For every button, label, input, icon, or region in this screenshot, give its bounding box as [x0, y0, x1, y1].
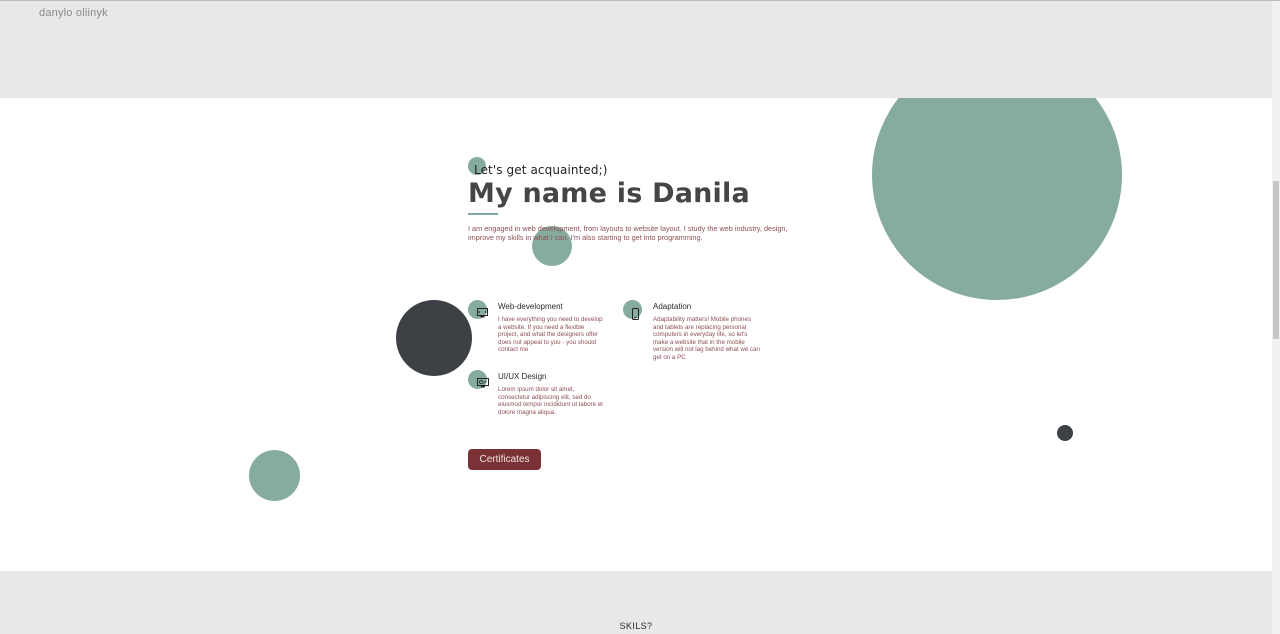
decor-circle-dark-large — [396, 300, 472, 376]
design-monitor-icon — [477, 378, 489, 391]
intro-description: I am engaged in web development, from la… — [468, 224, 788, 242]
portfolio-page: danylo oliinyk Let's get acquainted;) My… — [0, 0, 1280, 634]
decor-circle-large — [872, 98, 1122, 300]
title-underline — [468, 213, 498, 215]
decor-circle-dark-small — [1057, 425, 1073, 441]
service-text: Adaptability matters! Mobile phones and … — [653, 316, 760, 361]
decor-circle-bottom-left — [249, 450, 300, 501]
site-logo[interactable]: danylo oliinyk — [39, 7, 108, 19]
monitor-code-icon — [477, 308, 488, 321]
service-text: Lorem ipsum dolor sit amet, consectetur … — [498, 386, 603, 416]
page-scrollbar[interactable] — [1272, 1, 1280, 634]
about-section: Let's get acquainted;) My name is Danila… — [0, 98, 1272, 571]
page-title: My name is Danila — [468, 178, 750, 209]
service-title: Web-development — [498, 302, 563, 311]
header: danylo oliinyk — [0, 1, 1272, 98]
service-text: I have everything you need to develop a … — [498, 316, 603, 353]
mobile-phone-icon — [632, 308, 639, 323]
skills-section: SKILS? — [0, 571, 1272, 634]
certificates-button[interactable]: Certificates — [468, 449, 541, 470]
service-title: UI/UX Design — [498, 372, 547, 381]
skills-section-title: SKILS? — [619, 621, 653, 631]
service-title: Adaptation — [653, 302, 692, 311]
scrollbar-thumb[interactable] — [1273, 181, 1279, 339]
intro-greeting: Let's get acquainted;) — [474, 163, 608, 177]
